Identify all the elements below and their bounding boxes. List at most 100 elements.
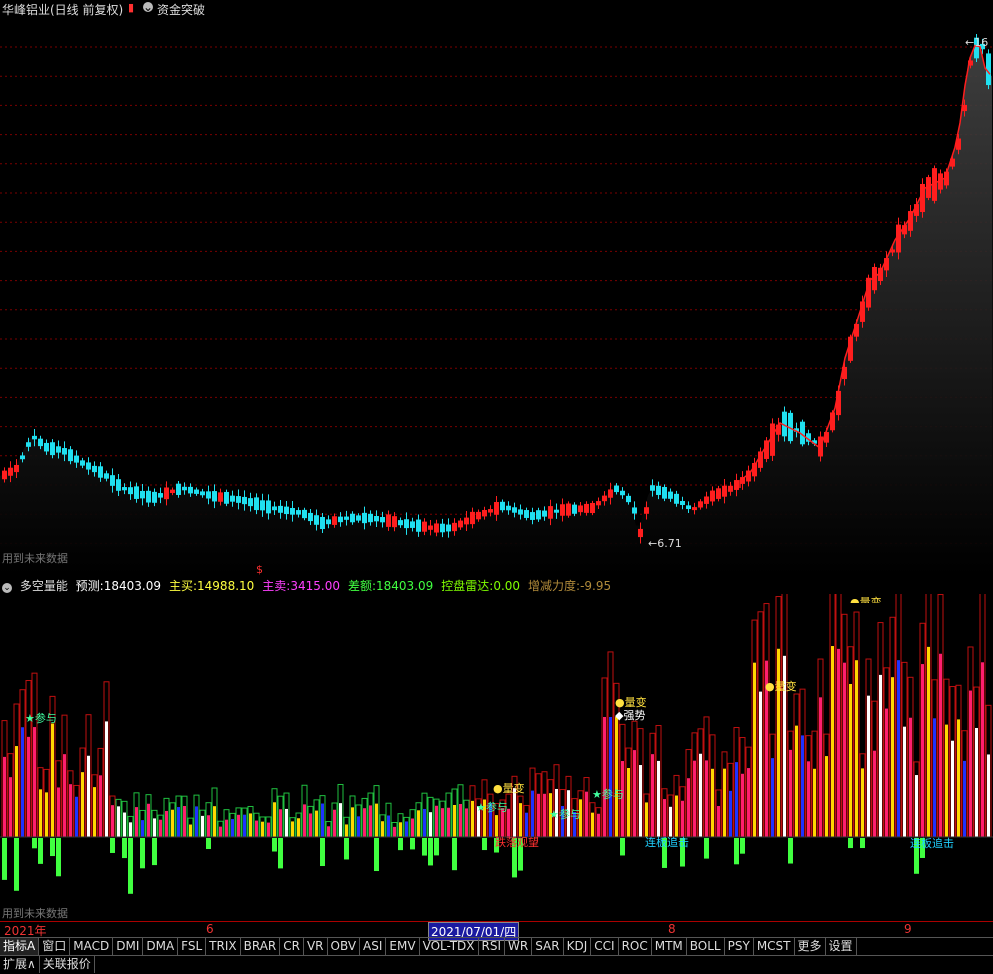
indicator-chart[interactable]: 用到未来数据 ★参与 ★参与 ★参与 ★参与 ●量变 ●量变 ●量变 ●量变 ◆…: [0, 534, 993, 920]
volume-fill-bar: [81, 772, 84, 837]
volume-fill-bar: [873, 750, 876, 837]
candle-body: [152, 491, 157, 503]
tab-cr[interactable]: CR: [280, 938, 304, 955]
volume-fill-bar: [927, 646, 930, 837]
candle-body: [458, 520, 463, 528]
tab-kdj[interactable]: KDJ: [564, 938, 592, 955]
price-chart-svg: [0, 34, 993, 576]
indicator-value-item: 预测:18403.09: [76, 579, 165, 593]
volume-fill-bar: [213, 806, 216, 837]
candle-body: [662, 486, 667, 499]
candle-body: [26, 442, 31, 447]
volume-fill-bar: [651, 754, 654, 837]
volume-fill-bar: [849, 683, 852, 837]
indicator-collapse-icon[interactable]: ⌄: [2, 583, 12, 593]
tab-asi[interactable]: ASI: [360, 938, 387, 955]
candle-body: [500, 501, 505, 511]
tab-wr[interactable]: WR: [505, 938, 533, 955]
volume-fill-bar: [627, 768, 630, 837]
tab-更多[interactable]: 更多: [795, 938, 826, 955]
tab-emv[interactable]: EMV: [386, 938, 420, 955]
candle-body: [236, 496, 241, 503]
indicator-value-item: 增减力度:-9.95: [528, 579, 615, 593]
candle-body: [308, 512, 313, 522]
tab-指标a[interactable]: 指标A: [0, 938, 40, 955]
tab-mtm[interactable]: MTM: [652, 938, 687, 955]
tab-窗口[interactable]: 窗口: [39, 938, 71, 955]
tab-dmi[interactable]: DMI: [113, 938, 144, 955]
candle-body: [182, 486, 187, 491]
indicator-title[interactable]: 资金突破: [157, 1, 205, 18]
candle-body: [14, 464, 19, 473]
tab-trix[interactable]: TRIX: [206, 938, 241, 955]
volume-fill-bar: [69, 784, 72, 837]
indicator-name: 多空量能: [19, 579, 68, 593]
candle-body: [188, 486, 193, 494]
tab-macd[interactable]: MACD: [70, 938, 114, 955]
tab-设置[interactable]: 设置: [826, 938, 857, 955]
min-price-label: ←6.71: [648, 537, 682, 550]
color-marker-icon: ▮: [128, 1, 135, 14]
price-chart[interactable]: 用到未来数据 ←6.71 ←16 $: [0, 18, 993, 576]
volume-fill-bar: [891, 677, 894, 837]
volume-fill-bar: [861, 768, 864, 837]
candle-body: [290, 507, 295, 515]
negative-volume-bar: [740, 838, 745, 854]
volume-fill-bar: [537, 793, 540, 837]
volume-fill-bar: [99, 775, 102, 837]
tab-vr[interactable]: VR: [304, 938, 328, 955]
candle-body: [356, 515, 361, 521]
tab-vol-tdx[interactable]: VOL-TDX: [420, 938, 479, 955]
volume-fill-bar: [423, 808, 426, 837]
volume-fill-bar: [699, 753, 702, 837]
tab-mcst[interactable]: MCST: [754, 938, 795, 955]
candle-body: [440, 523, 445, 533]
negative-volume-bar: [860, 838, 865, 849]
signal-label: 跌落观望: [495, 836, 539, 849]
candle-body: [482, 509, 487, 517]
candle-body: [602, 495, 607, 502]
tab-dma[interactable]: DMA: [143, 938, 179, 955]
candle-body: [260, 500, 265, 511]
volume-fill-bar: [369, 805, 372, 837]
tab-boll[interactable]: BOLL: [687, 938, 725, 955]
tab-cci[interactable]: CCI: [591, 938, 619, 955]
tab-fsl[interactable]: FSL: [178, 938, 207, 955]
candle-body: [122, 487, 127, 491]
volume-fill-bar: [657, 760, 660, 837]
candle-body: [434, 523, 439, 533]
tab-sar[interactable]: SAR: [532, 938, 564, 955]
volume-fill-bar: [255, 820, 258, 837]
expand-button[interactable]: 扩展∧: [0, 956, 40, 973]
tab-psy[interactable]: PSY: [725, 938, 754, 955]
candle-body: [92, 465, 97, 473]
candle-body: [248, 498, 253, 507]
negative-volume-bar: [38, 838, 43, 864]
candle-body: [8, 467, 13, 476]
candle-body: [224, 491, 229, 504]
related-quotes-button[interactable]: 关联报价: [40, 956, 95, 973]
tab-rsi[interactable]: RSI: [479, 938, 506, 955]
volume-fill-bar: [363, 808, 366, 837]
negative-volume-bar: [278, 838, 283, 869]
candle-body: [272, 506, 277, 511]
candle-body: [338, 516, 343, 523]
volume-fill-bar: [795, 725, 798, 837]
indicator-value-number: -9.95: [580, 579, 612, 593]
indicator-value-label: 控盘雷达:: [441, 579, 494, 593]
signal-label: ●量变: [765, 680, 797, 693]
volume-fill-bar: [615, 717, 618, 837]
candle-body: [584, 503, 589, 513]
volume-fill-bar: [453, 804, 456, 837]
candle-body: [542, 510, 547, 517]
candle-body: [362, 512, 367, 524]
tab-obv[interactable]: OBV: [328, 938, 361, 955]
tab-brar[interactable]: BRAR: [241, 938, 281, 955]
volume-fill-bar: [933, 718, 936, 837]
volume-fill-bar: [417, 810, 420, 837]
negative-volume-bar: [734, 838, 739, 865]
volume-fill-bar: [195, 806, 198, 837]
candle-body: [284, 506, 289, 515]
tab-roc[interactable]: ROC: [619, 938, 652, 955]
volume-fill-bar: [585, 791, 588, 837]
